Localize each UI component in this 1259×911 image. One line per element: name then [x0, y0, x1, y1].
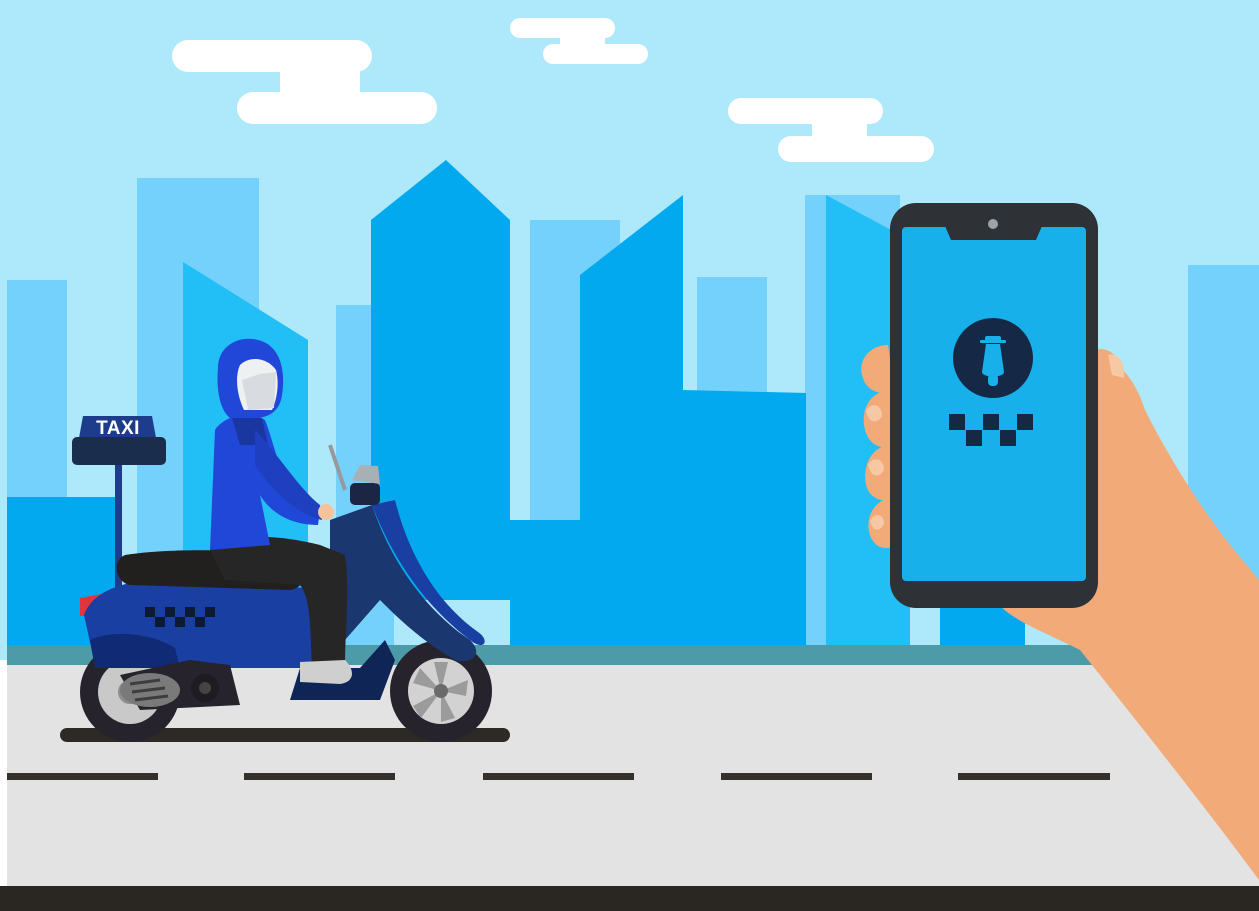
front-wheel — [390, 640, 492, 742]
taxi-sign-label: TAXI — [96, 418, 140, 439]
phone-screen — [902, 227, 1086, 581]
phone-camera — [988, 219, 998, 229]
taxi-scooter-illustration: TAXI — [0, 0, 1259, 911]
curb — [0, 886, 1259, 911]
scooter-icon — [953, 318, 1033, 398]
smartphone — [890, 203, 1098, 608]
